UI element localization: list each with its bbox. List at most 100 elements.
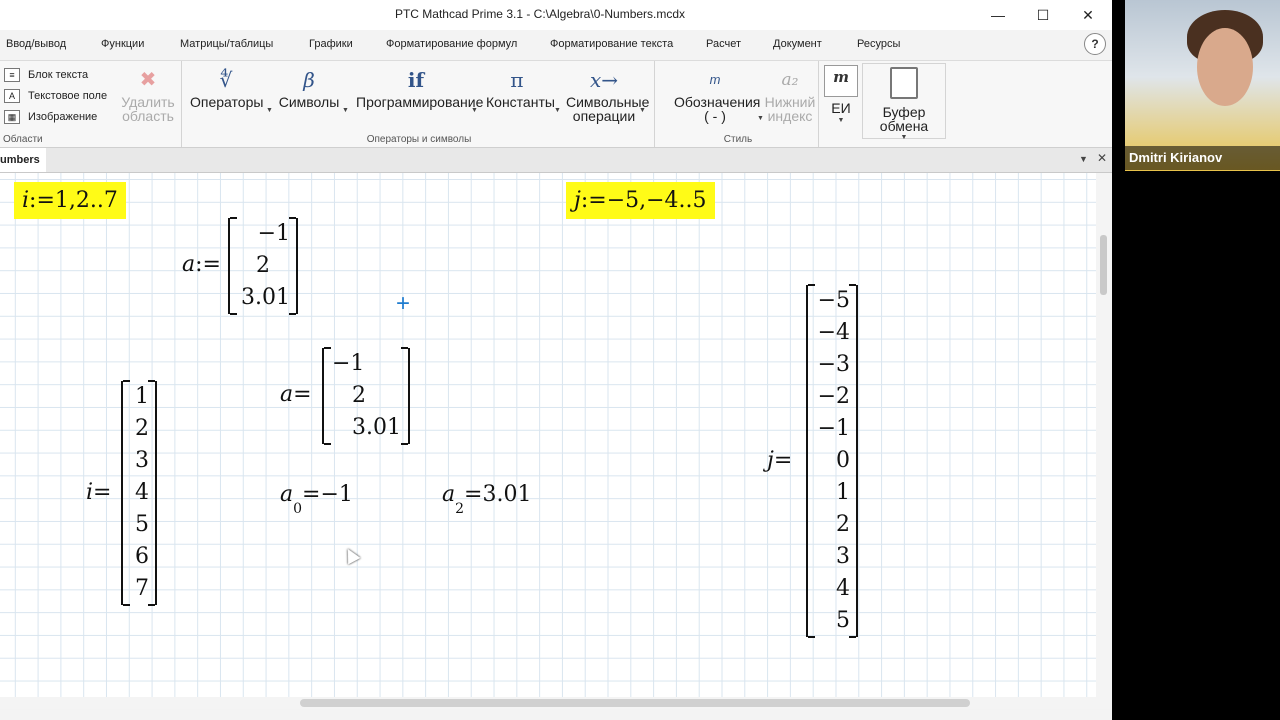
matrix-cell: 2 <box>352 383 366 408</box>
programming-button[interactable]: if Программирование <box>356 65 483 109</box>
group-label-regions: Области <box>3 134 43 145</box>
menu-functions[interactable]: Функции <box>101 38 144 50</box>
symbols-icon: β <box>303 68 315 92</box>
constants-icon: π <box>510 68 524 92</box>
a-evaluation-matrix[interactable]: −1 2 3.01 <box>322 347 410 445</box>
worksheet[interactable] <box>0 173 1096 697</box>
horizontal-scroll-thumb[interactable] <box>300 699 970 707</box>
menu-matrices[interactable]: Матрицы/таблицы <box>180 38 273 50</box>
matrix-cell: −1 <box>257 221 290 246</box>
window-title: PTC Mathcad Prime 3.1 - C:\Algebra\0-Num… <box>394 7 686 21</box>
group-label-style: Стиль <box>723 134 753 145</box>
matrix-cell: 2 <box>836 512 850 537</box>
symbolic-dropdown-icon[interactable]: ▼ <box>639 107 646 114</box>
ribbon-group-style: m Обозначения ( - ) ▼ a₂ Нижний индекс С… <box>658 61 819 147</box>
matrix-cell: 5 <box>836 608 850 633</box>
matrix-cell: 1 <box>135 384 149 409</box>
menu-calculation[interactable]: Расчет <box>706 38 741 50</box>
matrix-cell: −5 <box>817 288 850 313</box>
title-bar: PTC Mathcad Prime 3.1 - C:\Algebra\0-Num… <box>0 0 1112 30</box>
i-range-definition[interactable]: i:=1,2..7 <box>14 182 126 219</box>
matrix-cell: 4 <box>135 480 149 505</box>
matrix-cell: 7 <box>135 576 149 601</box>
tab-list-dropdown-icon[interactable]: ▼ <box>1079 154 1088 164</box>
insertion-crosshair-icon: + <box>395 290 410 317</box>
close-button[interactable]: ✕ <box>1074 4 1102 26</box>
minimize-button[interactable]: — <box>984 4 1012 26</box>
maximize-button[interactable]: ☐ <box>1029 4 1057 26</box>
ribbon-group-operators: ∜ Операторы ▼ β Символы ▼ if Программиро… <box>184 61 655 147</box>
matrix-cell: −1 <box>332 351 365 376</box>
symbolic-button[interactable]: x→ Символьные операции <box>566 65 649 123</box>
matrix-cell: 3 <box>836 544 850 569</box>
operators-icon: ∜ <box>219 68 233 92</box>
ribbon: ≡ Блок текста A Текстовое поле ▦ Изображени… <box>0 61 1112 148</box>
j-evaluation-lhs[interactable]: j= <box>767 448 792 473</box>
matrix-cell: −2 <box>817 384 850 409</box>
webcam-person-face <box>1197 28 1253 106</box>
a-definition-lhs[interactable]: a:= <box>182 252 221 277</box>
ribbon-group-regions: ≡ Блок текста A Текстовое поле ▦ Изображени… <box>0 61 182 147</box>
mathcad-window: PTC Mathcad Prime 3.1 - C:\Algebra\0-Num… <box>0 0 1112 720</box>
a2-evaluation[interactable]: a2=3.01 <box>442 482 531 517</box>
tab-close-icon[interactable]: ✕ <box>1097 151 1107 165</box>
symbols-button[interactable]: β Символы <box>278 65 340 109</box>
matrix-cell: 5 <box>135 512 149 537</box>
operators-button[interactable]: ∜ Операторы <box>190 65 263 109</box>
help-button[interactable]: ? <box>1084 33 1106 55</box>
matrix-cell: −3 <box>817 352 850 377</box>
vertical-scrollbar[interactable] <box>1096 173 1112 697</box>
text-box-icon: A <box>4 89 20 103</box>
operators-dropdown-icon[interactable]: ▼ <box>266 107 273 114</box>
matrix-cell: 1 <box>836 480 850 505</box>
matrix-cell: 2 <box>135 416 149 441</box>
menu-resources[interactable]: Ресурсы <box>857 38 900 50</box>
menu-document[interactable]: Документ <box>773 38 822 50</box>
notation-dropdown-icon[interactable]: ▼ <box>757 115 764 122</box>
menu-math-formatting[interactable]: Форматирование формул <box>386 38 517 50</box>
menu-io[interactable]: Ввод/вывод <box>6 38 66 50</box>
constants-button[interactable]: π Константы <box>486 65 555 109</box>
text-box-button[interactable]: A Текстовое поле <box>4 89 107 103</box>
matrix-cell: 3.01 <box>352 415 401 440</box>
text-block-button[interactable]: ≡ Блок текста <box>4 68 88 82</box>
matrix-cell: 0 <box>836 448 850 473</box>
symbolic-icon: x→ <box>589 68 619 92</box>
group-label-operators: Операторы и символы <box>366 134 472 145</box>
vertical-scroll-thumb[interactable] <box>1100 235 1107 295</box>
a-definition-matrix[interactable]: −1 2 3.01 <box>228 217 298 315</box>
i-evaluation-matrix[interactable]: 1 2 3 4 5 6 7 <box>121 380 157 606</box>
matrix-cell: −4 <box>817 320 850 345</box>
j-evaluation-matrix[interactable]: −5 −4 −3 −2 −1 0 1 2 3 4 5 <box>806 284 858 638</box>
matrix-cell: 6 <box>135 544 149 569</box>
j-range-definition[interactable]: j:=−5,−4..5 <box>566 182 715 219</box>
menu-text-formatting[interactable]: Форматирование текста <box>550 38 673 50</box>
constants-dropdown-icon[interactable]: ▼ <box>554 107 561 114</box>
image-icon: ▦ <box>4 110 20 124</box>
notation-icon: m <box>709 72 721 87</box>
matrix-cell: 4 <box>836 576 850 601</box>
matrix-cell: 3 <box>135 448 149 473</box>
subscript-icon: a₂ <box>781 70 799 90</box>
notation-button[interactable]: m Обозначения ( - ) <box>674 65 760 123</box>
clipboard-button[interactable]: Буфер обмена ▼ <box>862 63 946 141</box>
image-button[interactable]: ▦ Изображение <box>4 110 97 124</box>
units-button[interactable]: m ЕИ ▼ <box>822 65 860 124</box>
matrix-cell: −1 <box>817 416 850 441</box>
webcam-participant-name: Dmitri Kirianov <box>1125 146 1280 170</box>
menu-plots[interactable]: Графики <box>309 38 353 50</box>
subscript-button[interactable]: a₂ Нижний индекс <box>764 65 816 123</box>
text-block-icon: ≡ <box>4 68 20 82</box>
programming-dropdown-icon[interactable]: ▼ <box>471 107 478 114</box>
a0-evaluation[interactable]: a0=−1 <box>280 482 353 517</box>
document-tab[interactable]: umbers <box>0 148 46 172</box>
matrix-cell: 3.01 <box>241 285 290 310</box>
delete-region-button[interactable]: ✖ Удалить область <box>120 65 176 123</box>
a-evaluation-lhs[interactable]: a= <box>280 382 312 407</box>
matrix-cell: 2 <box>256 253 270 278</box>
document-tab-bar: umbers ▼ ✕ <box>0 148 1112 173</box>
horizontal-scrollbar[interactable] <box>0 697 1112 709</box>
i-evaluation-lhs[interactable]: i= <box>86 480 111 505</box>
units-icon: m <box>824 65 858 97</box>
symbols-dropdown-icon[interactable]: ▼ <box>342 107 349 114</box>
